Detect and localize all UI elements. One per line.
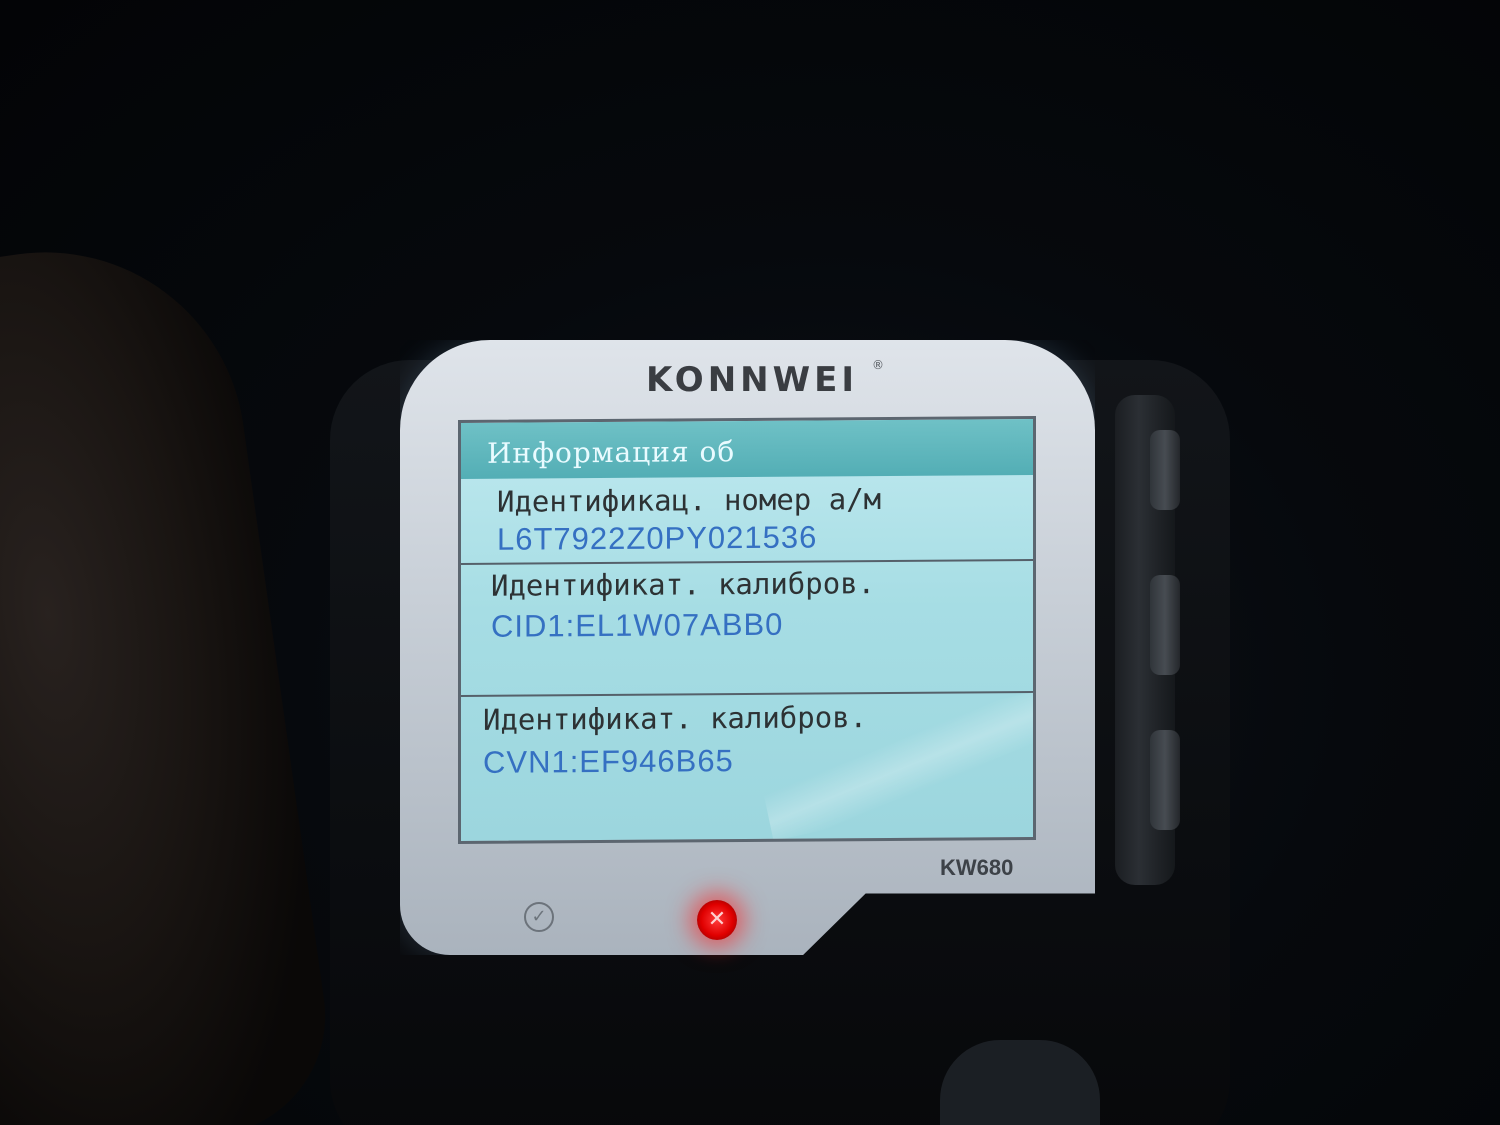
lcd-screen: Информация об Идентификац. номер а/м L6T… <box>458 415 1036 845</box>
vin-label: Идентификац. номер а/м <box>497 482 882 519</box>
screen-title: Информация об <box>487 435 736 470</box>
thumb <box>0 226 341 1125</box>
registered-mark: ® <box>872 358 884 372</box>
screen-header: Информация об <box>461 419 1033 479</box>
cable-connector <box>940 1040 1100 1125</box>
side-button-bottom[interactable] <box>1150 730 1180 830</box>
x-icon[interactable]: ✕ <box>697 900 737 940</box>
cvn-value: CVN1:EF946B65 <box>483 743 734 780</box>
side-button-middle[interactable] <box>1150 575 1180 675</box>
side-button-top[interactable] <box>1150 430 1180 510</box>
photo-scene: KONNWEI ® KW680 ✓ ✕ Информация об Иденти… <box>0 0 1500 1125</box>
divider <box>461 691 1033 697</box>
model-label: KW680 <box>940 855 1014 880</box>
cvn-label: Идентификат. калибров. <box>483 700 868 737</box>
cid-value: CID1:EL1W07ABB0 <box>491 606 784 644</box>
divider <box>461 559 1033 565</box>
vin-value: L6T7922Z0PY021536 <box>497 519 818 557</box>
checkmark-icon[interactable]: ✓ <box>524 902 554 932</box>
cid-label: Идентификат. калибров. <box>491 566 876 603</box>
brand-logo: KONNWEI <box>645 360 858 400</box>
